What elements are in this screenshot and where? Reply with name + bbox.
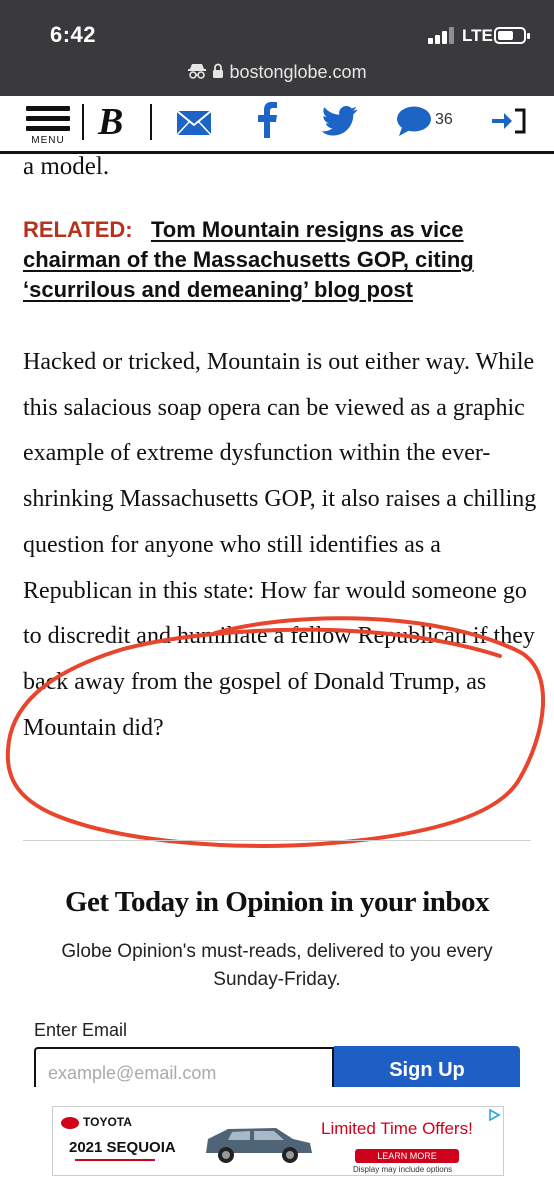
menu-button[interactable]: MENU: [26, 106, 70, 146]
menu-icon: [26, 106, 70, 111]
status-bar: 6:42 LTE bostonglobe.com: [0, 0, 554, 96]
newsletter-title: Get Today in Opinion in your inbox: [64, 886, 490, 918]
twitter-icon[interactable]: [321, 106, 358, 141]
header-divider: [82, 104, 84, 140]
newsletter-description: Globe Opinion's must-reads, delivered to…: [61, 941, 493, 990]
url-domain: bostonglobe.com: [229, 62, 367, 82]
status-time: 6:42: [50, 22, 97, 47]
email-field[interactable]: [34, 1047, 334, 1087]
advertisement-banner[interactable]: TOYOTA 2021 SEQUOIA Limited Time Offers!…: [52, 1106, 504, 1176]
ad-offer: Limited Time Offers!: [321, 1119, 473, 1138]
lock-icon: [212, 63, 224, 84]
related-link-block: RELATED: Tom Mountain resigns as vice ch…: [23, 215, 533, 305]
header-divider: [150, 104, 152, 140]
toyota-logo-icon: [61, 1116, 79, 1129]
suv-image: [206, 1128, 312, 1163]
related-tag: RELATED:: [23, 217, 133, 242]
section-divider: [23, 840, 531, 841]
site-header: MENU B 36: [0, 96, 554, 154]
ad-underline: [75, 1159, 155, 1161]
email-label: Enter Email: [34, 1020, 128, 1040]
adchoices-icon[interactable]: [487, 1108, 501, 1122]
incognito-icon: [187, 63, 207, 84]
signal-icon: [428, 26, 458, 44]
facebook-icon[interactable]: [256, 101, 278, 143]
article-paragraph: Hacked or tricked, Mountain is out eithe…: [23, 349, 537, 741]
article-text-fragment: a model.: [23, 153, 110, 180]
ad-brand: TOYOTA: [61, 1115, 132, 1129]
login-icon[interactable]: [490, 108, 528, 139]
comments-count[interactable]: 36: [435, 111, 453, 129]
globe-logo[interactable]: B: [98, 100, 123, 144]
network-label: LTE: [462, 26, 493, 45]
signup-button[interactable]: Sign Up: [334, 1046, 520, 1087]
ad-model: 2021 SEQUOIA: [69, 1139, 176, 1156]
ad-disclaimer: Display may include options: [353, 1165, 453, 1174]
comment-icon[interactable]: [396, 106, 432, 141]
mail-icon[interactable]: [176, 110, 212, 141]
url-bar[interactable]: bostonglobe.com: [0, 62, 554, 84]
battery-icon: [494, 27, 530, 44]
ad-learn-more-button[interactable]: LEARN MORE: [355, 1149, 459, 1163]
menu-label: MENU: [31, 135, 65, 146]
